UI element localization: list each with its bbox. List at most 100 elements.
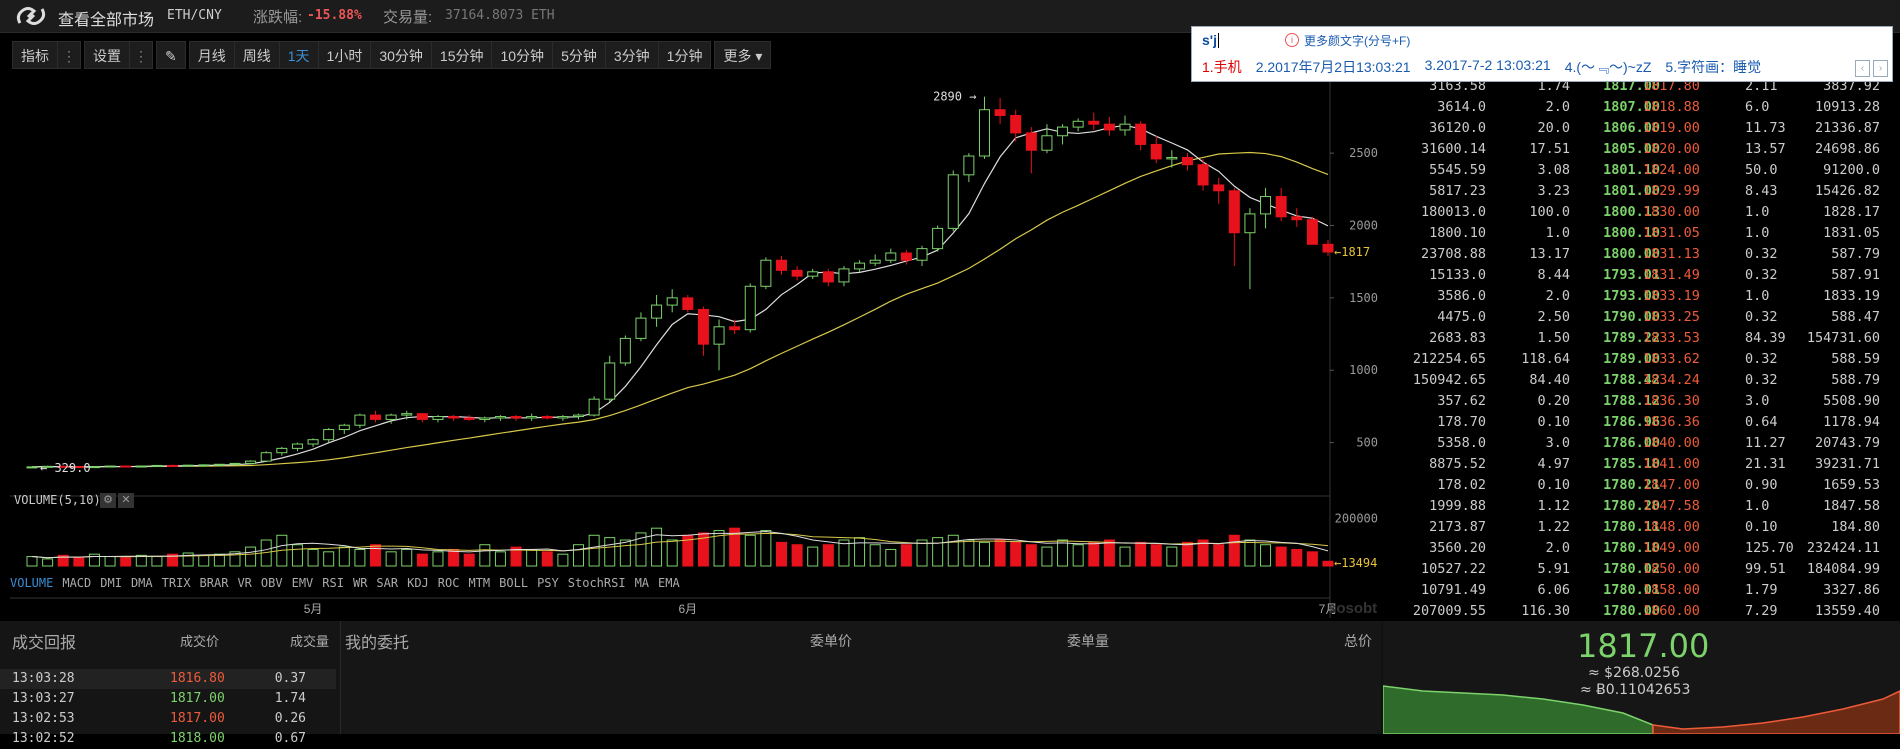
- orderbook-cell: 2.50: [1537, 309, 1570, 325]
- indicator-tab[interactable]: EMV: [292, 576, 314, 590]
- info-icon: i: [1285, 33, 1299, 47]
- orderbook-row[interactable]: 150942.65 84.40 1788.42 1834.24 0.32 588.79: [1383, 370, 1900, 391]
- orderbook-row[interactable]: 207009.55 116.30 1780.00 1860.00 7.29 13559.4…: [1383, 601, 1900, 622]
- orderbook-row[interactable]: 36120.0 20.0 1806.00 1819.00 11.73 21336.87: [1383, 118, 1900, 139]
- volume-bar: [307, 548, 319, 567]
- orderbook-cell: 0.90: [1745, 477, 1778, 493]
- period-tab[interactable]: 月线: [188, 41, 235, 69]
- settings-button[interactable]: 设置: [84, 41, 130, 69]
- volume-bar: [760, 530, 772, 567]
- indicator-tab[interactable]: VOLUME: [10, 576, 53, 590]
- pencil-icon[interactable]: ✎: [156, 41, 186, 69]
- indicator-tab[interactable]: StochRSI: [568, 576, 626, 590]
- indicator-tab[interactable]: ROC: [438, 576, 460, 590]
- candle: [354, 414, 366, 426]
- indicator-tab[interactable]: OBV: [261, 576, 283, 590]
- orderbook-row[interactable]: 1999.88 1.12 1780.20 1847.58 1.0 1847.58: [1383, 496, 1900, 517]
- orderbook-cell: 118.64: [1521, 351, 1570, 367]
- orderbook-row[interactable]: 357.62 0.20 1788.12 1836.30 3.0 5508.90: [1383, 391, 1900, 412]
- volume-bar: [73, 557, 85, 567]
- orderbook-cell: 587.91: [1831, 267, 1880, 283]
- indicator-tab[interactable]: DMA: [131, 576, 153, 590]
- settings-menu-icon[interactable]: ⋮: [130, 41, 153, 69]
- gear-icon[interactable]: ⚙: [100, 493, 116, 508]
- chart-canvas[interactable]: 500 1000 1500 2000 2500 2890 → ← 329.0 ←1817 200…: [10, 74, 1380, 618]
- orderbook-row[interactable]: 3614.0 2.0 1807.00 1818.88 6.0 10913.28: [1383, 97, 1900, 118]
- indicator-menu-icon[interactable]: ⋮: [58, 41, 81, 69]
- orderbook-row[interactable]: 3586.0 2.0 1793.00 1833.19 1.0 1833.19: [1383, 286, 1900, 307]
- volume-bar: [978, 541, 990, 567]
- indicator-button[interactable]: 指标: [12, 41, 58, 69]
- ime-candidate[interactable]: 1.手机: [1202, 57, 1242, 77]
- ime-candidate[interactable]: 4.(～﹃～)~zZ: [1565, 57, 1652, 77]
- indicator-tab[interactable]: MTM: [468, 576, 490, 590]
- indicator-tab[interactable]: WR: [353, 576, 367, 590]
- orderbook-row[interactable]: 4475.0 2.50 1790.00 1833.25 0.32 588.47: [1383, 307, 1900, 328]
- orderbook-row[interactable]: 178.02 0.10 1780.21 1847.00 0.90 1659.53: [1383, 475, 1900, 496]
- indicator-tab[interactable]: RSI: [322, 576, 344, 590]
- orderbook-row[interactable]: 3560.20 2.0 1780.10 1849.00 125.70 232424.11: [1383, 538, 1900, 559]
- orderbook-row[interactable]: 23708.88 13.17 1800.00 1831.13 0.32 587.79: [1383, 244, 1900, 265]
- ime-candidate[interactable]: 5.字符画：睡觉: [1665, 57, 1761, 77]
- orderbook-cell: 3614.0: [1437, 99, 1486, 115]
- indicator-tab[interactable]: BOLL: [499, 576, 528, 590]
- volume-bar: [885, 548, 897, 567]
- all-markets-link[interactable]: 查看全部市场: [58, 6, 154, 30]
- period-tab[interactable]: 1小时: [318, 41, 372, 69]
- indicator-tab[interactable]: KDJ: [407, 576, 429, 590]
- indicator-tab[interactable]: MA: [635, 576, 649, 590]
- indicator-tab[interactable]: EMA: [658, 576, 680, 590]
- orderbook-row[interactable]: 5358.0 3.0 1786.00 1840.00 11.27 20743.79: [1383, 433, 1900, 454]
- price-chart[interactable]: 500 1000 1500 2000 2500 2890 → ← 329.0 ←1817 200…: [10, 74, 1380, 618]
- ime-candidate[interactable]: 2.2017年7月2日13:03:21: [1256, 57, 1411, 77]
- period-tab[interactable]: 30分钟: [371, 41, 432, 69]
- orderbook-row[interactable]: 180013.0 100.0 1800.13 1830.00 1.0 1828.17: [1383, 202, 1900, 223]
- orderbook-row[interactable]: 10527.22 5.91 1780.02 1850.00 99.51 184084.99: [1383, 559, 1900, 580]
- orderbook-row[interactable]: 2683.83 1.50 1789.22 1833.53 84.39 154731.60: [1383, 328, 1900, 349]
- indicator-tab[interactable]: SAR: [376, 576, 398, 590]
- period-tab[interactable]: 3分钟: [605, 41, 659, 69]
- orderbook-cell: 1999.88: [1429, 498, 1486, 514]
- orderbook-cell: 5.91: [1537, 561, 1570, 577]
- candle: [26, 466, 38, 469]
- indicator-tab[interactable]: DMI: [100, 576, 122, 590]
- indicator-tab[interactable]: MACD: [62, 576, 91, 590]
- page-prev-icon[interactable]: ‹: [1855, 60, 1870, 77]
- orderbook-cell: 1831.05: [1823, 225, 1880, 241]
- orderbook-row[interactable]: 5545.59 3.08 1801.10 1824.00 50.0 91200.0: [1383, 160, 1900, 181]
- orderbook-cell: 6.0: [1745, 99, 1770, 115]
- orderbook-row[interactable]: 5817.23 3.23 1801.00 1829.99 8.43 15426.82: [1383, 181, 1900, 202]
- watermark: sosobt: [1328, 600, 1378, 617]
- logo-icon[interactable]: [14, 3, 48, 29]
- trade-amount: 0.26: [274, 711, 306, 726]
- orderbook-row[interactable]: 178.70 0.10 1786.96 1836.36 0.64 1178.94: [1383, 412, 1900, 433]
- orderbook-row[interactable]: 31600.14 17.51 1805.00 1820.00 13.57 24698.86: [1383, 139, 1900, 160]
- volume-value: 37164.8073 ETH: [445, 8, 555, 23]
- candle: [1135, 123, 1147, 145]
- indicator-tab[interactable]: PSY: [537, 576, 559, 590]
- period-tab[interactable]: 10分钟: [492, 41, 554, 69]
- trade-row: 13:02:53 1817.00 0.26: [0, 709, 336, 729]
- indicator-tab[interactable]: BRAR: [200, 576, 229, 590]
- candle: [1150, 143, 1162, 160]
- orderbook-row[interactable]: 10791.49 6.06 1780.01 1858.00 1.79 3327.86: [1383, 580, 1900, 601]
- indicator-tabs: VOLUME MACD DMI DMA TRIX BRAR VR OBV EMV RSI WR SAR…: [10, 576, 680, 590]
- ime-hint[interactable]: 更多颜文字(分号+F): [1304, 32, 1410, 49]
- page-next-icon[interactable]: ›: [1873, 60, 1888, 77]
- ime-candidate[interactable]: 3.2017-7-2 13:03:21: [1425, 57, 1551, 77]
- indicator-tab[interactable]: VR: [237, 576, 251, 590]
- orderbook-row[interactable]: 212254.65 118.64 1789.00 1833.62 0.32 588.59: [1383, 349, 1900, 370]
- more-periods-button[interactable]: 更多 ▾: [714, 41, 772, 69]
- period-tab[interactable]: 15分钟: [431, 41, 493, 69]
- orderbook-row[interactable]: 2173.87 1.22 1780.11 1848.00 0.10 184.80: [1383, 517, 1900, 538]
- orderbook-row[interactable]: 15133.0 8.44 1793.01 1831.49 0.32 587.91: [1383, 265, 1900, 286]
- close-icon[interactable]: ✕: [118, 493, 134, 508]
- orderbook-row[interactable]: 8875.52 4.97 1785.10 1841.00 21.31 39231.71: [1383, 454, 1900, 475]
- orderbook-cell: 1836.30: [1643, 393, 1700, 409]
- period-tab[interactable]: 1天: [279, 41, 319, 69]
- indicator-tab[interactable]: TRIX: [162, 576, 191, 590]
- orderbook-row[interactable]: 1800.10 1.0 1800.10 1831.05 1.0 1831.05: [1383, 223, 1900, 244]
- period-tab[interactable]: 5分钟: [553, 41, 606, 69]
- period-tab[interactable]: 1分钟: [658, 41, 712, 69]
- period-tab[interactable]: 周线: [234, 41, 280, 69]
